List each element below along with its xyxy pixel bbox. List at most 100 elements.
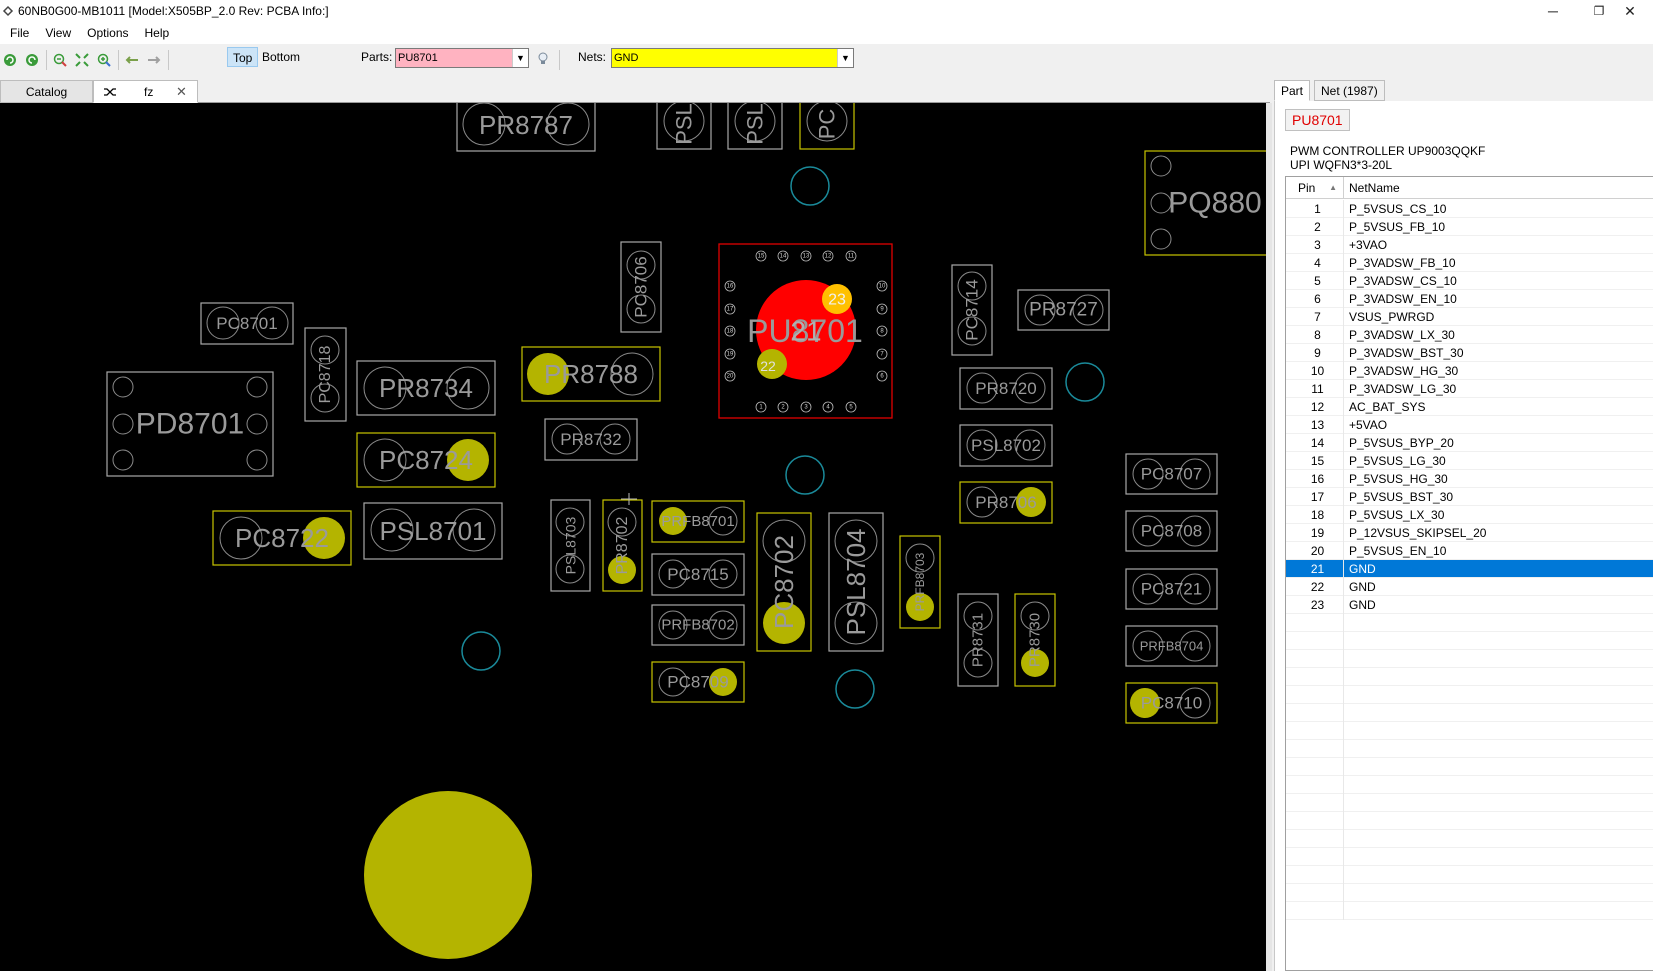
component-pc8721[interactable]: PC8721 (1125, 568, 1218, 610)
component-label: PC8708 (1141, 522, 1202, 541)
tab-part[interactable]: Part (1274, 80, 1311, 101)
component-psl8701[interactable]: PSL8701 (363, 502, 503, 560)
minimize-button[interactable]: ─ (1530, 0, 1576, 22)
component-prfb8701[interactable]: PRFB8701 (651, 500, 745, 543)
component-label: PSL8701 (380, 516, 487, 546)
table-row[interactable]: 6 P_3VADSW_EN_10 (1286, 290, 1653, 308)
table-row[interactable]: 15 P_5VSUS_LG_30 (1286, 452, 1653, 470)
component-pc8724[interactable]: PC8724 (356, 432, 496, 488)
component-pc8708[interactable]: PC8708 (1125, 510, 1218, 552)
table-row[interactable]: 2 P_5VSUS_FB_10 (1286, 218, 1653, 236)
component-pc8707[interactable]: PC8707 (1125, 453, 1218, 495)
nets-combo[interactable]: GND ▼ (611, 48, 854, 68)
toolbar: Top Bottom Parts: PU8701 ▼ Nets: GND ▼ (0, 44, 1653, 76)
component-pc8709[interactable]: PC8709 (651, 661, 745, 703)
menu-file[interactable]: File (2, 26, 37, 40)
forward-arrow-icon[interactable] (146, 52, 162, 68)
component-pc8706[interactable]: PC8706 (620, 241, 662, 333)
zoom-fit-icon[interactable] (74, 52, 90, 68)
vertical-scrollbar[interactable] (1266, 103, 1272, 971)
column-header-pin[interactable]: Pin ▲ (1286, 177, 1344, 199)
component-pu8701[interactable]: PU870121232215 14 13 12 111 2 3 4 51617181920109… (718, 243, 893, 419)
component-pr8788[interactable]: PR8788 (521, 346, 661, 402)
zoom-in-icon[interactable] (96, 52, 112, 68)
board-canvas[interactable]: PR8787 PSL PSL PC PQ880 PC8706 PC8714 PR8727 PC8… (0, 103, 1266, 971)
menu-view[interactable]: View (37, 26, 79, 40)
component-pr8787[interactable]: PR8787 (456, 103, 596, 152)
table-row[interactable]: 17 P_5VSUS_BST_30 (1286, 488, 1653, 506)
component-pc8710[interactable]: PC8710 (1125, 682, 1218, 724)
component-pr8731[interactable]: PR8731 (957, 593, 999, 687)
table-row[interactable]: 11 P_3VADSW_LG_30 (1286, 380, 1653, 398)
lightbulb-icon[interactable] (535, 51, 551, 67)
close-button[interactable]: ✕ (1607, 0, 1653, 22)
component-pd8701[interactable]: PD8701 (106, 371, 274, 477)
component-pr8727[interactable]: PR8727 (1017, 289, 1110, 331)
pin-label-21: 21 (790, 316, 821, 347)
component-psl[interactable]: PSL (727, 103, 783, 150)
component-prfb8703[interactable]: PRFB8703 (899, 535, 941, 629)
menu-help[interactable]: Help (137, 26, 178, 40)
component-pc8714[interactable]: PC8714 (951, 264, 993, 356)
component-label: PSL8702 (971, 436, 1041, 455)
component-pr8702[interactable]: PR8702 (602, 499, 643, 592)
component-pr8706[interactable]: PR8706 (959, 481, 1053, 524)
tab-fz[interactable]: fz ✕ (93, 80, 198, 103)
component-pc8715[interactable]: PC8715 (651, 553, 745, 596)
component-psl8702[interactable]: PSL8702 (959, 424, 1053, 467)
component-label: PC8701 (216, 314, 277, 333)
pin-cell: 15 (1286, 452, 1344, 470)
component-prfb8702[interactable]: PRFB8702 (651, 604, 745, 646)
rotate-left-icon[interactable] (2, 52, 18, 68)
component-psl8704[interactable]: PSL8704 (828, 512, 884, 652)
component-prfb8704[interactable]: PRFB8704 (1125, 625, 1218, 667)
table-row[interactable]: 12 AC_BAT_SYS (1286, 398, 1653, 416)
app-icon (2, 5, 14, 17)
component-pc[interactable]: PC (799, 103, 855, 150)
component-psl8703[interactable]: PSL8703 (550, 499, 591, 592)
table-row[interactable]: 4 P_3VADSW_FB_10 (1286, 254, 1653, 272)
close-tab-icon[interactable]: ✕ (176, 81, 187, 103)
component-pc8718[interactable]: PC8718 (304, 327, 347, 422)
table-row[interactable]: 9 P_3VADSW_BST_30 (1286, 344, 1653, 362)
table-row[interactable]: 7 VSUS_PWRGD (1286, 308, 1653, 326)
table-row[interactable]: 13 +5VAO (1286, 416, 1653, 434)
chevron-down-icon[interactable]: ▼ (837, 49, 853, 67)
table-row[interactable]: 23 GND (1286, 596, 1653, 614)
component-psl[interactable]: PSL (656, 103, 712, 150)
zoom-out-icon[interactable] (52, 52, 68, 68)
component-pc8722[interactable]: PC8722 (212, 510, 352, 566)
table-row[interactable]: 20 P_5VSUS_EN_10 (1286, 542, 1653, 560)
table-row[interactable]: 10 P_3VADSW_HG_30 (1286, 362, 1653, 380)
component-pc8701[interactable]: PC8701 (200, 302, 294, 345)
table-row[interactable]: 1 P_5VSUS_CS_10 (1286, 200, 1653, 218)
component-pr8732[interactable]: PR8732 (544, 418, 638, 461)
chevron-down-icon[interactable]: ▼ (512, 49, 528, 67)
table-row[interactable]: 22 GND (1286, 578, 1653, 596)
table-row[interactable]: 5 P_3VADSW_CS_10 (1286, 272, 1653, 290)
table-row[interactable]: 14 P_5VSUS_BYP_20 (1286, 434, 1653, 452)
netname-cell: P_5VSUS_BYP_20 (1349, 436, 1454, 450)
table-row[interactable]: 8 P_3VADSW_LX_30 (1286, 326, 1653, 344)
side-bottom-button[interactable]: Bottom (257, 47, 305, 67)
component-pr8734[interactable]: PR8734 (356, 360, 496, 416)
table-row[interactable]: 18 P_5VSUS_LX_30 (1286, 506, 1653, 524)
empty-row (1286, 848, 1653, 866)
table-row[interactable]: 21 GND (1286, 560, 1653, 578)
table-row[interactable]: 3 +3VAO (1286, 236, 1653, 254)
side-top-button[interactable]: Top (227, 47, 259, 67)
tab-net[interactable]: Net (1987) (1314, 80, 1385, 101)
component-pq880[interactable]: PQ880 (1144, 150, 1266, 256)
column-header-netname[interactable]: NetName (1345, 177, 1653, 199)
table-row[interactable]: 19 P_12VSUS_SKIPSEL_20 (1286, 524, 1653, 542)
component-pc8702[interactable]: PC8702 (756, 512, 812, 652)
back-arrow-icon[interactable] (124, 52, 140, 68)
menu-options[interactable]: Options (79, 26, 136, 40)
table-row[interactable]: 16 P_5VSUS_HG_30 (1286, 470, 1653, 488)
rotate-right-icon[interactable] (24, 52, 40, 68)
parts-combo[interactable]: PU8701 ▼ (395, 48, 529, 68)
component-pr8720[interactable]: PR8720 (959, 367, 1053, 410)
pcb-view[interactable]: PR8787 PSL PSL PC PQ880 PC8706 PC8714 PR8727 PC8… (0, 103, 1266, 971)
component-pr8730[interactable]: PR8730 (1014, 593, 1056, 687)
tab-catalog[interactable]: Catalog (0, 80, 93, 103)
